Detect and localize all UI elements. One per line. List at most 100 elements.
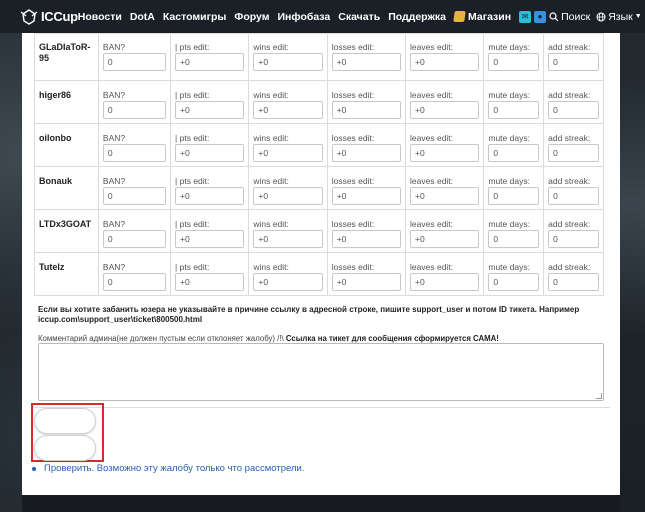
ban-input[interactable]: 0 [102, 187, 167, 205]
profile-icon[interactable]: ● [534, 10, 547, 23]
search-icon [549, 11, 559, 21]
cell-ban: BAN? 0 [97, 166, 172, 210]
nav-search[interactable]: Поиск [549, 11, 590, 23]
streak-input[interactable]: 0 [548, 187, 599, 205]
wins-input[interactable]: +0 [253, 144, 323, 162]
mute-input[interactable]: 0 [488, 230, 540, 248]
pts-input[interactable]: +0 [175, 53, 245, 71]
leaves-input[interactable]: +0 [410, 273, 480, 291]
nav-support[interactable]: Поддержка [388, 11, 446, 23]
pts-input[interactable]: +0 [175, 144, 245, 162]
nav-news[interactable]: Новости [78, 11, 122, 23]
ban-input[interactable]: 0 [102, 101, 167, 119]
admin-comment-textarea[interactable] [38, 343, 604, 401]
divider [32, 407, 610, 408]
streak-input[interactable]: 0 [548, 273, 599, 291]
losses-input[interactable]: +0 [331, 230, 402, 248]
losses-input[interactable]: +0 [331, 187, 402, 205]
cell-pts: | pts edit: +0 [170, 33, 250, 81]
action-button-1[interactable] [34, 408, 96, 434]
pts-label: | pts edit: [175, 176, 210, 186]
globe-icon [596, 12, 606, 21]
comment-label: Комментарий админа(не должен пустым если… [38, 334, 608, 343]
leaves-input[interactable]: +0 [410, 144, 480, 162]
losses-label: losses edit: [331, 90, 375, 100]
mute-input[interactable]: 0 [488, 273, 540, 291]
streak-label: add streak: [548, 42, 591, 52]
chevron-down-icon: ▼ [634, 13, 642, 20]
losses-label: losses edit: [331, 219, 375, 229]
leaves-input[interactable]: +0 [410, 187, 480, 205]
nav-forum[interactable]: Форум [234, 11, 269, 23]
ban-input[interactable]: 0 [102, 230, 167, 248]
leaves-input[interactable]: +0 [410, 101, 480, 119]
wins-input[interactable]: +0 [253, 101, 323, 119]
pts-input[interactable]: +0 [175, 187, 245, 205]
leaves-input[interactable]: +0 [410, 53, 480, 71]
streak-input[interactable]: 0 [548, 53, 599, 71]
leaves-input[interactable]: +0 [410, 230, 480, 248]
nav-download[interactable]: Скачать [338, 11, 380, 23]
site-logo[interactable]: ICCup [20, 8, 78, 26]
nav-search-label: Поиск [561, 10, 591, 23]
cell-wins: wins edit: +0 [248, 123, 328, 167]
table-row: Tutelz BAN? 0 | pts edit: +0 wins edit: +0 loss… [34, 252, 604, 296]
mute-input[interactable]: 0 [488, 53, 540, 71]
action-button-2[interactable] [34, 435, 96, 461]
mute-label: mute days: [488, 90, 530, 100]
nav-custom-games[interactable]: Кастомигры [163, 11, 226, 23]
nav-shop[interactable]: Магазин [453, 11, 511, 23]
wins-input[interactable]: +0 [253, 273, 323, 291]
leaves-label: leaves edit: [410, 133, 454, 143]
messages-icon[interactable]: ✉ [519, 10, 532, 23]
pts-input[interactable]: +0 [175, 230, 245, 248]
losses-label: losses edit: [331, 262, 375, 272]
player-name: GLaDIaToR-95 [34, 33, 99, 81]
cell-mute: mute days: 0 [483, 166, 545, 210]
mute-input[interactable]: 0 [488, 187, 540, 205]
table-row: Bonauk BAN? 0 | pts edit: +0 wins edit: +0 loss… [34, 166, 604, 210]
wins-input[interactable]: +0 [253, 53, 323, 71]
wins-input[interactable]: +0 [253, 187, 323, 205]
resize-grip-icon[interactable] [596, 393, 602, 399]
nav-infobase[interactable]: Инфобаза [278, 11, 331, 23]
cell-losses: losses edit: +0 [326, 209, 407, 253]
cell-pts: | pts edit: +0 [170, 166, 250, 210]
wins-input[interactable]: +0 [253, 230, 323, 248]
moderation-panel: GLaDIaToR-95 BAN? 0 | pts edit: +0 wins edit:… [22, 33, 620, 495]
streak-input[interactable]: 0 [548, 144, 599, 162]
streak-label: add streak: [548, 219, 591, 229]
cell-losses: losses edit: +0 [326, 252, 407, 296]
cell-wins: wins edit: +0 [248, 166, 328, 210]
cell-leaves: leaves edit: +0 [405, 252, 485, 296]
ban-input[interactable]: 0 [102, 53, 167, 71]
mute-input[interactable]: 0 [488, 144, 540, 162]
nav-language-label: Язык [608, 10, 633, 23]
streak-label: add streak: [548, 133, 591, 143]
mute-label: mute days: [488, 219, 530, 229]
pts-input[interactable]: +0 [175, 273, 245, 291]
wins-label: wins edit: [253, 42, 289, 52]
ban-input[interactable]: 0 [102, 273, 167, 291]
losses-input[interactable]: +0 [331, 273, 402, 291]
losses-input[interactable]: +0 [331, 101, 402, 119]
cell-losses: losses edit: +0 [326, 123, 407, 167]
mute-input[interactable]: 0 [488, 101, 540, 119]
ban-label: BAN? [102, 262, 126, 272]
losses-input[interactable]: +0 [331, 53, 402, 71]
streak-label: add streak: [548, 262, 591, 272]
pts-input[interactable]: +0 [175, 101, 245, 119]
streak-input[interactable]: 0 [548, 230, 599, 248]
nav-language[interactable]: Язык ▼ [596, 10, 642, 23]
mute-label: mute days: [488, 42, 530, 52]
table-row: oilonbo BAN? 0 | pts edit: +0 wins edit: +0 los… [34, 123, 604, 167]
cell-wins: wins edit: +0 [248, 33, 328, 81]
ban-input[interactable]: 0 [102, 144, 167, 162]
nav-dota[interactable]: DotA [130, 11, 155, 23]
pts-label: | pts edit: [175, 42, 210, 52]
logo-wings-icon [20, 8, 38, 26]
status-link[interactable]: Проверить. Возможно эту жалобу только чт… [44, 463, 304, 474]
status-list-item[interactable]: Проверить. Возможно эту жалобу только чт… [32, 463, 304, 474]
streak-input[interactable]: 0 [548, 101, 599, 119]
losses-input[interactable]: +0 [331, 144, 402, 162]
